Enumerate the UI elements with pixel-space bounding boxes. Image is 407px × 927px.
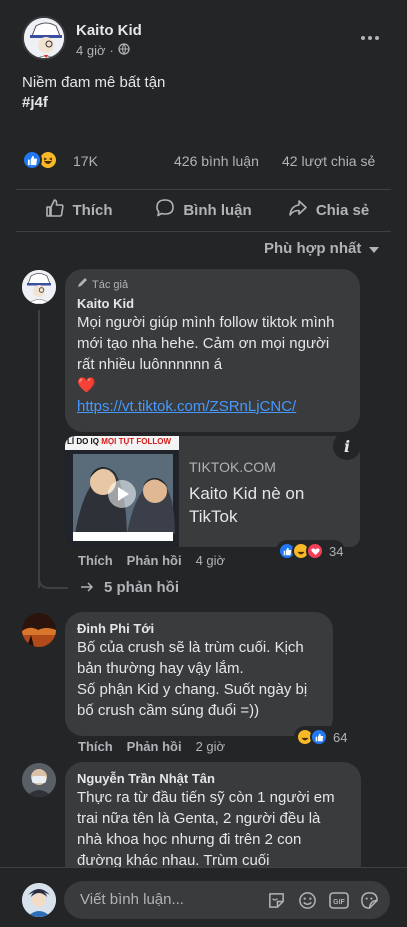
comment-composer: Viết bình luận... GIF [0,867,407,927]
link-preview-card[interactable]: LÍ DO IQ MỌI TỤT FOLLOW TIKTOK.COM Kaito… [65,436,360,547]
comment-button[interactable]: Bình luận [141,190,266,230]
comment-bubble: Nguyễn Trần Nhật Tân Thực ra từ đầu tiến… [65,762,361,882]
like-reaction-icon [310,728,328,746]
poster-name[interactable]: Kaito Kid [76,22,142,39]
thumb-caption: LÍ DO IQ MỌI TỤT FOLLOW [67,437,172,446]
link-thumbnail: LÍ DO IQ MỌI TỤT FOLLOW [65,436,179,547]
comment-reply-button[interactable]: Phản hồi [127,739,182,754]
share-arrow-icon [288,198,308,222]
my-avatar[interactable] [22,883,56,917]
comment-time[interactable]: 4 giờ [196,553,226,568]
post-actions: Thích Bình luận Chia sẻ [16,190,391,230]
reaction-count[interactable]: 17K [73,153,98,169]
author-badge: Tác giả [77,277,348,292]
heart-emoji: ❤️ [77,377,96,394]
post-body: Niềm đam mê bất tận [22,74,166,91]
reply-arrow-icon [80,579,94,596]
caret-down-icon [369,240,380,257]
comment-like-button[interactable]: Thích [78,553,113,568]
divider [16,231,391,232]
comment-text: Bố của crush sẽ là trùm cuối. Kịch bản t… [77,639,308,719]
like-reaction-icon [22,150,42,170]
info-icon[interactable]: i [333,432,361,460]
thread-connector [38,578,68,589]
comment-actions: Thích Phản hồi 4 giờ [78,553,225,568]
post-header: Kaito Kid 4 giờ · [0,0,407,70]
globe-icon [118,43,130,58]
commenter-avatar[interactable] [22,270,56,304]
comment-input[interactable]: Viết bình luận... GIF [64,881,390,919]
post-time[interactable]: 4 giờ [76,43,106,58]
view-replies-button[interactable]: 5 phản hồi [80,579,179,596]
link-title[interactable]: Kaito Kid nè on TikTok [189,482,349,528]
thumbs-up-icon [45,198,65,222]
like-button[interactable]: Thích [16,190,141,230]
comment-bubble: Đinh Phi Tới Bố của crush sẽ là trùm cuố… [65,612,333,736]
comment-sort-dropdown[interactable]: Phù hợp nhất [264,240,380,257]
comment-count[interactable]: 426 bình luận [174,153,259,169]
gif-icon[interactable]: GIF [328,890,349,911]
comment-like-button[interactable]: Thích [78,739,113,754]
comment-author[interactable]: Nguyễn Trần Nhật Tân [77,770,349,787]
sticker-icon[interactable] [266,890,287,911]
link-domain: TIKTOK.COM [189,459,276,475]
comment-actions: Thích Phản hồi 2 giờ [78,739,225,754]
pen-icon [77,277,88,292]
poster-avatar[interactable] [22,16,66,60]
thread-line [38,310,40,588]
comment-reply-button[interactable]: Phản hồi [127,553,182,568]
sticker-face-icon[interactable] [359,890,380,911]
comment-text: Thực ra từ đầu tiến sỹ còn 1 người em tr… [77,789,335,869]
comment-link[interactable]: https://vt.tiktok.com/ZSRnLjCNC/ [77,396,348,417]
commenter-avatar[interactable] [22,763,56,797]
comment-text: Mọi người giúp mình follow tiktok mình m… [77,312,348,396]
comment-author[interactable]: Kaito Kid [77,295,348,312]
svg-text:GIF: GIF [333,899,345,906]
comment-time[interactable]: 2 giờ [196,739,226,754]
post-hashtag[interactable]: #j4f [22,93,165,113]
comment-input-placeholder: Viết bình luận... [80,891,184,908]
comment-reactions[interactable]: 64 [294,726,350,748]
composer-icons: GIF [266,890,380,911]
commenter-avatar[interactable] [22,613,56,647]
love-reaction-icon [306,542,324,560]
reaction-icons[interactable] [22,150,58,170]
share-button[interactable]: Chia sẻ [266,190,391,230]
comment-bubble-icon [155,198,175,222]
comment-bubble: Tác giả Kaito Kid Mọi người giúp mình fo… [65,269,360,432]
reactions-summary: 17K 426 bình luận 42 lượt chia sẻ [22,150,387,174]
share-count[interactable]: 42 lượt chia sẻ [282,153,375,169]
more-options-button[interactable] [358,28,382,48]
post-meta: 4 giờ · [76,43,130,58]
post-text: Niềm đam mê bất tận #j4f [22,73,165,113]
comment-author[interactable]: Đinh Phi Tới [77,620,321,637]
emoji-icon[interactable] [297,890,318,911]
comment-reactions[interactable]: 34 [276,540,346,562]
